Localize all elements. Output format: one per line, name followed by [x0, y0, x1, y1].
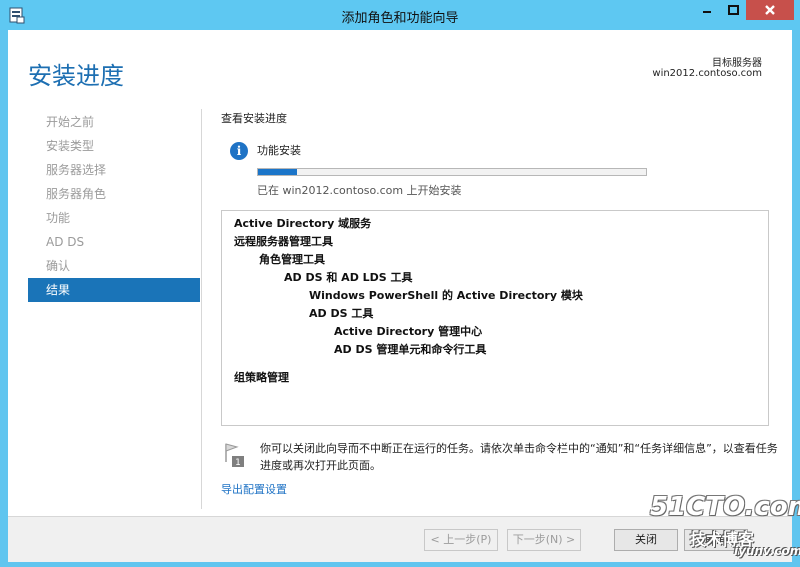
nav-item-confirmation[interactable]: 确认: [28, 254, 200, 278]
nav-divider: [201, 109, 202, 509]
feature-item: Active Directory 域服务: [234, 217, 372, 230]
target-server-label: 目标服务器: [712, 58, 762, 69]
maximize-icon: [727, 5, 739, 15]
feature-item: 角色管理工具: [259, 253, 325, 266]
status-detail: 已在 win2012.contoso.com 上开始安装: [257, 184, 462, 197]
nav-item-features[interactable]: 功能: [28, 206, 200, 230]
progress-fill: [258, 169, 297, 175]
cancel-button[interactable]: 取消: [684, 529, 748, 551]
close-button[interactable]: 关闭: [614, 529, 678, 551]
section-title: 查看安装进度: [221, 112, 287, 125]
page-title: 安装进度: [28, 62, 124, 90]
wizard-content: 安装进度 目标服务器 win2012.contoso.com 开始之前 安装类型…: [8, 30, 792, 562]
minimize-button[interactable]: [694, 0, 720, 20]
next-button[interactable]: 下一步(N) >: [507, 529, 581, 551]
target-server-value: win2012.contoso.com: [652, 68, 762, 79]
flag-icon: 1: [223, 442, 245, 468]
close-window-button[interactable]: [746, 0, 794, 20]
previous-button[interactable]: < 上一步(P): [424, 529, 498, 551]
feature-item: Windows PowerShell 的 Active Directory 模块: [309, 289, 583, 302]
feature-item: Active Directory 管理中心: [334, 325, 483, 338]
feature-item: AD DS 和 AD LDS 工具: [284, 271, 413, 284]
minimize-icon: [703, 11, 711, 13]
nav-item-server-roles[interactable]: 服务器角色: [28, 182, 200, 206]
feature-item: AD DS 工具: [309, 307, 374, 320]
info-icon: i: [230, 142, 248, 160]
window-title: 添加角色和功能向导: [341, 11, 459, 26]
wizard-footer: < 上一步(P) 下一步(N) > 关闭 取消: [8, 516, 792, 562]
install-progress-bar: [257, 168, 647, 176]
nav-item-ad-ds[interactable]: AD DS: [28, 230, 200, 254]
flag-badge-count: 1: [235, 458, 241, 468]
feature-item: AD DS 管理单元和命令行工具: [334, 343, 487, 356]
nav-item-installation-type[interactable]: 安装类型: [28, 134, 200, 158]
notice-text: 你可以关闭此向导而不中断正在运行的任务。请依次单击命令栏中的“通知”和“任务详细…: [260, 442, 778, 472]
feature-list[interactable]: Active Directory 域服务 远程服务器管理工具角色管理工具 AD DS…: [221, 210, 769, 426]
feature-item: 组策略管理: [234, 371, 289, 384]
title-bar[interactable]: 添加角色和功能向导: [0, 0, 800, 30]
export-configuration-link[interactable]: 导出配置设置: [221, 481, 287, 497]
feature-item: 远程服务器管理工具: [234, 235, 333, 248]
close-icon: [765, 5, 775, 15]
nav-item-before-you-begin[interactable]: 开始之前: [28, 110, 200, 134]
wizard-window: 添加角色和功能向导 安装进度 目标服务器 win2012.contoso.com…: [0, 0, 800, 567]
status-title: 功能安装: [257, 144, 301, 157]
nav-item-results[interactable]: 结果: [28, 278, 200, 302]
maximize-button[interactable]: [720, 0, 746, 20]
nav-item-server-selection[interactable]: 服务器选择: [28, 158, 200, 182]
wizard-nav: 开始之前 安装类型 服务器选择 服务器角色 功能 AD DS 确认 结果: [28, 110, 200, 302]
